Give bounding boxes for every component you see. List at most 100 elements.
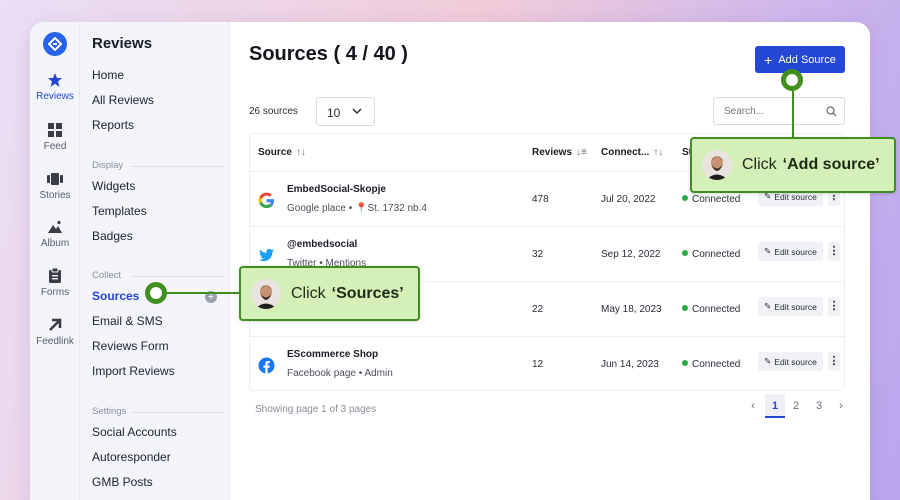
review-count: 12 — [532, 359, 544, 370]
source-detail: Facebook page • Admin — [287, 368, 393, 379]
edit-label: Edit source — [774, 191, 817, 202]
per-page-value: 10 — [327, 106, 341, 120]
status-text: Connected — [692, 359, 741, 370]
rail-item-forms[interactable]: Forms — [30, 267, 80, 298]
rail-label: Stories — [39, 190, 71, 201]
section-label: Display — [92, 160, 124, 171]
prev-page-icon[interactable]: ‹ — [743, 394, 763, 418]
status-badge: Connected — [682, 194, 740, 205]
callout-add-source: Click ‘Add source’ — [690, 137, 896, 193]
rail-item-album[interactable]: Album — [30, 219, 80, 249]
column-source[interactable]: Source ↑↓ — [258, 147, 306, 158]
page-1[interactable]: 1 — [765, 394, 785, 418]
section-label: Collect — [92, 270, 122, 281]
rail-item-stories[interactable]: Stories — [30, 171, 80, 201]
search-icon[interactable] — [826, 106, 837, 117]
column-label: Source — [258, 147, 292, 158]
next-page-icon[interactable]: › — [831, 394, 851, 418]
column-connected[interactable]: Connect... ↑↓ — [601, 147, 663, 158]
facebook-icon — [258, 357, 275, 374]
callout-text: Click ‘Add source’ — [742, 156, 880, 174]
section-label: Settings — [92, 406, 127, 417]
icon-rail: Reviews Feed Stories Album Forms Feedlin… — [30, 22, 80, 500]
menu-item-import-reviews[interactable]: Import Reviews — [92, 364, 175, 378]
menu-section-display: Display — [92, 160, 224, 171]
status-badge: Connected — [682, 304, 740, 315]
menu-item-reports[interactable]: Reports — [92, 118, 134, 132]
twitter-icon — [258, 248, 275, 262]
source-name: EmbedSocial-Skopje — [287, 184, 386, 195]
sort-icon: ↓≡ — [576, 147, 587, 158]
main-content: Sources ( 4 / 40 ) + Add Source 26 sourc… — [230, 22, 870, 500]
edit-source-button[interactable]: ✎ Edit source — [758, 297, 823, 316]
connected-date: Jun 14, 2023 — [601, 359, 659, 370]
more-options-icon[interactable]: ⋮ — [828, 352, 840, 371]
menu-section-settings: Settings — [92, 406, 224, 417]
arrow-up-right-icon — [49, 318, 62, 331]
rail-item-reviews[interactable]: Reviews — [30, 72, 80, 102]
review-count: 478 — [532, 194, 549, 205]
menu-item-autoresponder[interactable]: Autoresponder — [92, 450, 171, 464]
status-text: Connected — [692, 249, 741, 260]
edit-label: Edit source — [774, 301, 817, 312]
plus-icon: + — [764, 51, 773, 68]
rail-label: Feed — [43, 141, 67, 152]
menu-item-reviews-form[interactable]: Reviews Form — [92, 339, 169, 353]
more-options-icon[interactable]: ⋮ — [828, 242, 840, 261]
callout-target: ‘Sources’ — [331, 284, 404, 302]
reviews-menu: Reviews Home All Reviews Reports Display… — [80, 22, 230, 500]
add-source-label: Add Source — [778, 53, 836, 66]
menu-item-email-sms[interactable]: Email & SMS — [92, 314, 163, 328]
column-reviews[interactable]: Reviews ↓≡ — [532, 147, 587, 158]
menu-section-collect: Collect — [92, 270, 224, 281]
menu-item-sources[interactable]: Sources — [92, 289, 139, 303]
menu-item-templates[interactable]: Templates — [92, 204, 147, 218]
grid-icon — [48, 123, 62, 137]
callout-target: ‘Add source’ — [782, 156, 880, 173]
connected-date: Jul 20, 2022 — [601, 194, 656, 205]
menu-item-widgets[interactable]: Widgets — [92, 179, 135, 193]
logo-icon[interactable] — [43, 32, 67, 56]
connected-date: Sep 12, 2022 — [601, 249, 661, 260]
sources-count: 26 sources — [249, 106, 298, 117]
review-count: 22 — [532, 304, 544, 315]
edit-icon: ✎ — [764, 301, 772, 311]
more-options-icon[interactable]: ⋮ — [828, 297, 840, 316]
edit-source-button[interactable]: ✎ Edit source — [758, 242, 823, 261]
menu-item-badges[interactable]: Badges — [92, 229, 133, 243]
page-2[interactable]: 2 — [786, 394, 806, 418]
rail-label: Reviews — [36, 91, 74, 102]
add-source-button[interactable]: + Add Source — [755, 46, 845, 73]
menu-item-social-accounts[interactable]: Social Accounts — [92, 425, 177, 439]
menu-item-home[interactable]: Home — [92, 68, 124, 82]
app-window: Reviews Feed Stories Album Forms Feedlin… — [30, 22, 870, 500]
status-badge: Connected — [682, 359, 740, 370]
sort-icon: ↑↓ — [653, 147, 664, 158]
star-icon — [48, 73, 62, 87]
source-detail: Google place • 📍St. 1732 nb.4 — [287, 203, 427, 214]
per-page-select[interactable]: 10 — [316, 97, 375, 126]
callout-marker — [145, 282, 167, 304]
callout-text: Click ‘Sources’ — [291, 285, 404, 303]
connected-date: May 18, 2023 — [601, 304, 662, 315]
callout-prefix: Click — [742, 156, 777, 173]
edit-label: Edit source — [774, 246, 817, 257]
rail-label: Feedlink — [36, 336, 74, 347]
callout-sources: Click ‘Sources’ — [239, 266, 420, 321]
edit-source-button[interactable]: ✎ Edit source — [758, 352, 823, 371]
page-3[interactable]: 3 — [809, 394, 829, 418]
status-text: Connected — [692, 194, 741, 205]
table-row[interactable]: EScommerce Shop Facebook page • Admin 12… — [250, 337, 844, 390]
column-label: Reviews — [532, 147, 573, 158]
status-badge: Connected — [682, 249, 740, 260]
rail-item-feed[interactable]: Feed — [30, 122, 80, 152]
edit-icon: ✎ — [764, 356, 772, 366]
stories-icon — [47, 173, 63, 185]
review-count: 32 — [532, 249, 544, 260]
menu-item-all-reviews[interactable]: All Reviews — [92, 93, 154, 107]
menu-item-gmb-posts[interactable]: GMB Posts — [92, 475, 153, 489]
callout-connector — [792, 88, 794, 138]
edit-icon: ✎ — [764, 246, 772, 256]
rail-item-feedlink[interactable]: Feedlink — [30, 317, 80, 347]
edit-label: Edit source — [774, 356, 817, 367]
